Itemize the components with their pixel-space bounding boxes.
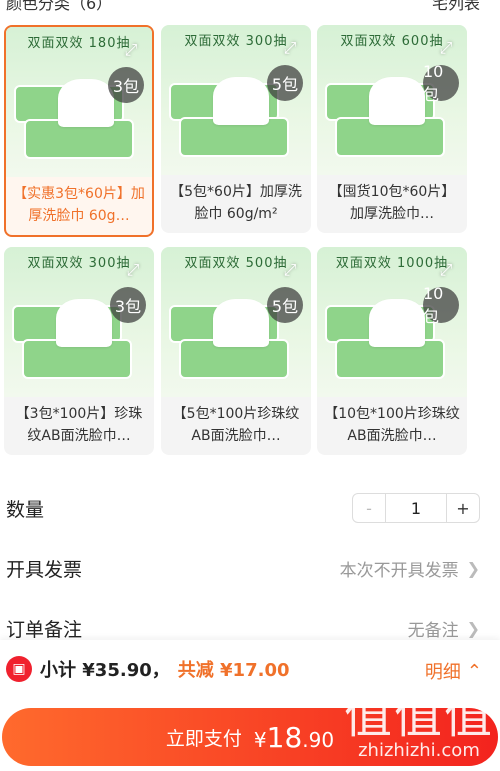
expand-icon[interactable]: ⤢ xyxy=(435,259,457,281)
price-summary: ▣ 小计 ¥35.90， 共减 ¥17.00 xyxy=(6,656,290,682)
section-header: 颜色分类（6） 宅列表 xyxy=(0,0,500,22)
product-thumbnail: 双面双效 300抽 ⤢ 5包 xyxy=(161,25,311,175)
pack-count-badge: 3包 xyxy=(110,287,146,323)
tissue-image xyxy=(369,77,425,125)
site-watermark: 值值值 zhizhizhi.com xyxy=(344,690,494,760)
pay-amount-dec: .90 xyxy=(302,727,335,752)
pack-count-badge: 10包 xyxy=(423,62,459,104)
tissue-image xyxy=(369,299,425,347)
sku-option-card[interactable]: 双面双效 300抽 ⤢ 3包 【3包*100片】珍珠纹AB面洗脸巾… xyxy=(4,247,154,455)
discount-label: 共减 xyxy=(177,660,214,681)
increase-button[interactable]: + xyxy=(447,494,479,522)
expand-icon[interactable]: ⤢ xyxy=(435,37,457,59)
watermark-logo: 值值值 xyxy=(343,688,494,744)
tissue-image xyxy=(56,299,112,347)
expand-icon[interactable]: ⤢ xyxy=(122,259,144,281)
section-title: 颜色分类（6） xyxy=(6,0,113,13)
sku-option-card[interactable]: 双面双效 300抽 ⤢ 5包 【5包*60片】加厚洗脸巾 60g/m² xyxy=(161,25,311,233)
pack-count-badge: 3包 xyxy=(108,67,144,103)
pack-count-badge: 5包 xyxy=(267,287,303,323)
pay-amount-int: 18 xyxy=(266,720,303,754)
coupon-icon: ▣ xyxy=(6,656,32,682)
chevron-right-icon: ❯ xyxy=(466,558,480,578)
list-view-toggle[interactable]: 宅列表 xyxy=(432,0,480,14)
expand-icon[interactable]: ⤢ xyxy=(120,39,142,61)
tissue-image xyxy=(213,299,269,347)
watermark-domain: zhizhizhi.com xyxy=(358,740,480,761)
chevron-up-icon: ⌃ xyxy=(466,660,482,682)
product-thumbnail: 双面双效 600抽 ⤢ 10包 xyxy=(317,25,467,175)
remark-value-group: 无备注 ❯ xyxy=(408,616,480,641)
sku-option-card[interactable]: 双面双效 180抽 ⤢ 3包 【实惠3包*60片】加厚洗脸巾 60g… xyxy=(4,25,154,237)
quantity-value[interactable]: 1 xyxy=(385,494,447,522)
product-thumbnail: 双面双效 180抽 ⤢ 3包 xyxy=(6,27,152,177)
discount-value: ¥17.00 xyxy=(220,660,290,681)
tissue-image xyxy=(213,77,269,125)
tissue-image xyxy=(58,79,114,127)
pack-count-badge: 10包 xyxy=(423,284,459,326)
product-caption: 【5包*100片珍珠纹AB面洗脸巾… xyxy=(172,406,300,444)
product-caption: 【囤货10包*60片】加厚洗脸巾… xyxy=(328,184,456,222)
pay-label: 立即支付 xyxy=(165,727,242,750)
pay-currency: ¥ xyxy=(253,727,267,752)
product-caption: 【3包*100片】珍珠纹AB面洗脸巾… xyxy=(15,406,143,444)
product-caption: 【10包*100片珍珠纹AB面洗脸巾… xyxy=(324,406,460,444)
sku-option-card[interactable]: 双面双效 500抽 ⤢ 5包 【5包*100片珍珠纹AB面洗脸巾… xyxy=(161,247,311,455)
invoice-label: 开具发票 xyxy=(6,558,83,581)
decrease-button[interactable]: - xyxy=(353,494,385,522)
invoice-value-group: 本次不开具发票 ❯ xyxy=(340,556,480,581)
quantity-stepper: - 1 + xyxy=(352,493,480,523)
remark-label: 订单备注 xyxy=(6,618,83,641)
quantity-row: 数量 - 1 + xyxy=(0,478,500,538)
product-caption: 【5包*60片】加厚洗脸巾 60g/m² xyxy=(170,184,302,222)
remark-value: 无备注 xyxy=(407,620,459,641)
product-thumbnail: 双面双效 300抽 ⤢ 3包 xyxy=(4,247,154,397)
expand-icon[interactable]: ⤢ xyxy=(279,259,301,281)
subtotal-label: 小计 xyxy=(40,660,76,681)
sku-option-card[interactable]: 双面双效 600抽 ⤢ 10包 【囤货10包*60片】加厚洗脸巾… xyxy=(317,25,467,233)
product-thumbnail: 双面双效 500抽 ⤢ 5包 xyxy=(161,247,311,397)
subtotal: 小计 ¥35.90， xyxy=(40,656,170,682)
product-thumbnail: 双面双效 1000抽 ⤢ 10包 xyxy=(317,247,467,397)
invoice-row[interactable]: 开具发票 本次不开具发票 ❯ xyxy=(0,538,500,598)
pay-amount: ¥18.90 xyxy=(254,721,334,754)
sku-option-card[interactable]: 双面双效 1000抽 ⤢ 10包 【10包*100片珍珠纹AB面洗脸巾… xyxy=(317,247,467,455)
price-detail-toggle[interactable]: 明细 ⌃ xyxy=(425,658,482,684)
product-caption: 【实惠3包*60片】加厚洗脸巾 60g… xyxy=(13,186,145,224)
discount: 共减 ¥17.00 xyxy=(178,656,290,682)
expand-icon[interactable]: ⤢ xyxy=(279,37,301,59)
quantity-label: 数量 xyxy=(6,498,45,521)
chevron-right-icon: ❯ xyxy=(466,618,480,638)
subtotal-value: ¥35.90， xyxy=(82,660,170,681)
invoice-value: 本次不开具发票 xyxy=(339,560,459,581)
pack-count-badge: 5包 xyxy=(267,65,303,101)
detail-label: 明细 xyxy=(424,662,461,683)
